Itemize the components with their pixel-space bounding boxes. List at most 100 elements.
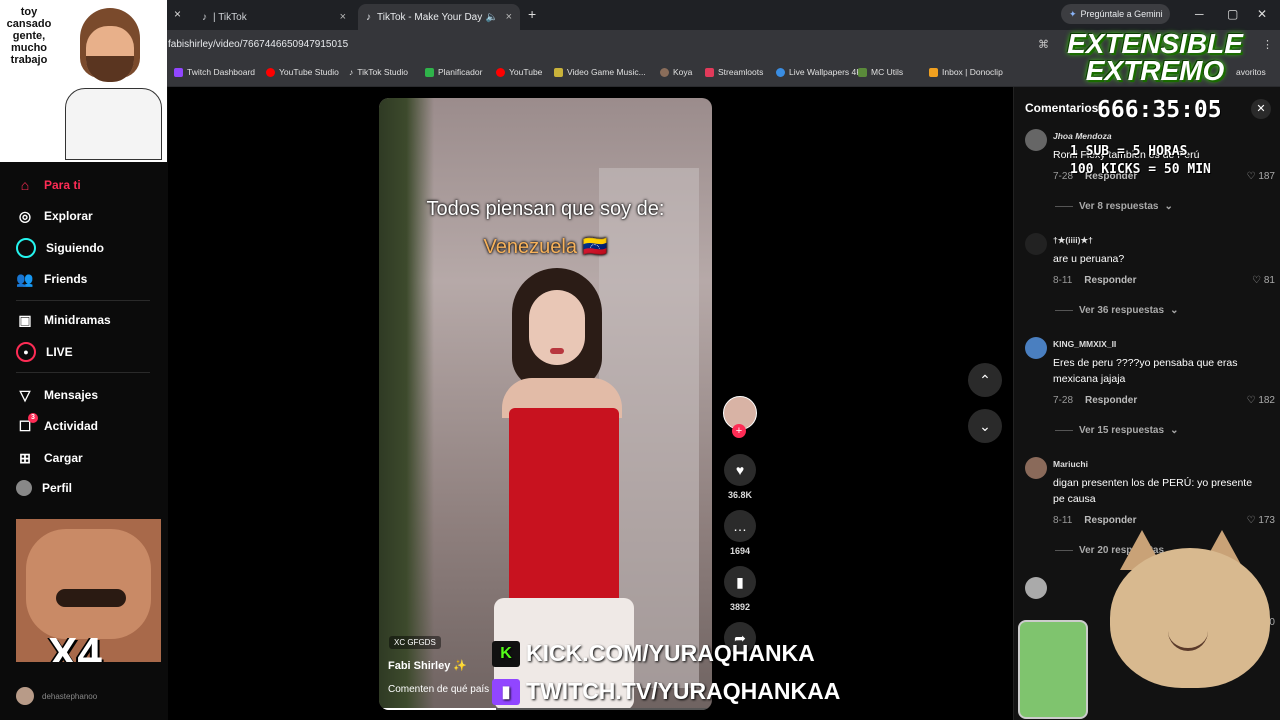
plant-decoration — [379, 98, 434, 710]
like-count: 173 — [1258, 515, 1275, 526]
sidebar-item-perfil[interactable]: Perfil — [16, 480, 72, 496]
close-icon[interactable]: × — [506, 11, 512, 23]
chevron-up-icon: ⌃ — [979, 371, 991, 388]
sidebar-item-siguiendo[interactable]: Siguiendo — [16, 238, 104, 258]
save-button[interactable]: ▮ 3892 — [720, 566, 760, 612]
bookmark-live-wallpapers[interactable]: Live Wallpapers 4K — [776, 67, 862, 77]
avatar[interactable] — [1025, 577, 1047, 599]
sidebar-item-label: Siguiendo — [46, 241, 104, 255]
calendar-icon — [425, 67, 434, 77]
next-video-button[interactable]: ⌄ — [968, 409, 1002, 443]
bookmark-label: Twitch Dashboard — [187, 67, 256, 77]
sidebar-item-label: Minidramas — [44, 313, 111, 327]
sidebar-item-cargar[interactable]: ⊞ Cargar — [16, 449, 83, 467]
video-player[interactable]: Todos piensan que soy de: Venezuela 🇻🇪 X… — [379, 98, 712, 710]
tab-tiktok[interactable]: ♪ | TikTok × — [194, 4, 354, 30]
comment-user[interactable]: †★(iiii)★† — [1053, 235, 1093, 246]
following-account[interactable]: dehastephanoo — [16, 687, 97, 705]
tab-tiktok-active[interactable]: ♪ TikTok - Make Your Day 🔈 × — [358, 4, 520, 30]
maximize-icon[interactable]: ▢ — [1227, 7, 1238, 21]
video-description: Comenten de qué país — [388, 684, 490, 695]
sidebar-item-para-ti[interactable]: ⌂ Para ti — [16, 176, 81, 194]
account-name: dehastephanoo — [42, 691, 98, 701]
comment-date: 8-11 — [1053, 515, 1073, 526]
comment-user[interactable]: Mariuchi — [1053, 459, 1088, 469]
view-replies-button[interactable]: Ver 36 respuestas ⌄ — [1055, 305, 1178, 316]
minimize-icon[interactable]: ─ — [1195, 7, 1204, 21]
replies-label: Ver 15 respuestas — [1079, 425, 1165, 436]
close-window-icon[interactable]: ✕ — [1257, 7, 1267, 21]
bookmark-youtube[interactable]: YouTube — [496, 67, 542, 77]
bookmark-video-game-music[interactable]: Video Game Music... — [554, 67, 646, 77]
sidebar-item-label: Mensajes — [44, 388, 99, 402]
gemini-button[interactable]: ✦ Pregúntale a Gemini — [1061, 4, 1170, 24]
video-progress-bar[interactable] — [379, 708, 712, 710]
avatar[interactable] — [1025, 129, 1047, 151]
like-count: 81 — [1263, 275, 1275, 286]
sidebar-item-mensajes[interactable]: ▽ Mensajes — [16, 386, 98, 404]
avatar[interactable] — [1025, 233, 1047, 255]
sidebar-item-explorar[interactable]: ◎ Explorar — [16, 207, 93, 225]
comment-date: 8-11 — [1053, 275, 1073, 286]
bookmark-twitch-dashboard[interactable]: Twitch Dashboard — [174, 67, 255, 77]
chevron-down-icon: ⌄ — [1170, 425, 1179, 436]
bookmark-tiktok-studio[interactable]: ♪ TikTok Studio — [349, 67, 408, 77]
creator-name[interactable]: Fabi Shirley ✨ — [388, 659, 467, 672]
creator-avatar-button[interactable]: + — [720, 396, 760, 438]
lips — [550, 348, 564, 354]
comment-likes[interactable]: ♡ 81 — [1252, 275, 1275, 286]
like-button[interactable]: ♥ 36.8K — [720, 454, 760, 500]
comment-user[interactable]: KING_MMXIX_II — [1053, 339, 1116, 349]
chevron-down-icon: ⌄ — [1170, 305, 1179, 316]
sidebar-item-actividad[interactable]: ☐ 3 Actividad — [16, 413, 98, 435]
new-tab-button[interactable]: + — [528, 6, 536, 22]
translate-icon[interactable]: ⌘ — [1038, 38, 1049, 51]
reply-button[interactable]: Responder — [1085, 395, 1137, 406]
close-icon[interactable]: × — [340, 11, 346, 23]
twitch-url: TWITCH.TV/YURAQHANKAA — [526, 678, 841, 704]
url-text[interactable]: fabishirley/video/7667446650947915015 — [168, 39, 348, 50]
reply-button[interactable]: Responder — [1084, 515, 1136, 526]
streamer-illustration — [60, 8, 162, 160]
comment-likes[interactable]: ♡ 187 — [1247, 171, 1275, 182]
bookmark-label: TikTok Studio — [357, 67, 408, 77]
sidebar-item-label: Friends — [44, 272, 88, 286]
bookmark-youtube-studio[interactable]: YouTube Studio — [266, 67, 339, 77]
send-icon: ▽ — [19, 386, 31, 403]
bookmark-mc-utils[interactable]: MC Utils — [858, 67, 903, 77]
sidebar-item-minidramas[interactable]: ▣ Minidramas — [16, 311, 111, 329]
comment-icon: … — [724, 510, 756, 542]
bookmark-planificador[interactable]: Planificador — [425, 67, 482, 77]
bookmark-donoclip[interactable]: Inbox | Donoclip — [929, 67, 1003, 77]
bookmark-koya[interactable]: Koya — [660, 67, 692, 77]
sidebar-item-live[interactable]: ● LIVE — [16, 342, 73, 362]
avatar[interactable] — [1025, 337, 1047, 359]
speaker-icon[interactable]: 🔈 — [486, 12, 498, 23]
compass-icon: ◎ — [18, 207, 32, 224]
view-replies-button[interactable]: Ver 8 respuestas ⌄ — [1055, 201, 1173, 212]
tiktok-icon: ♪ — [202, 11, 207, 23]
chevron-down-icon: ⌄ — [1164, 201, 1173, 212]
previous-video-button[interactable]: ⌃ — [968, 363, 1002, 397]
kick-icon: K — [492, 640, 520, 667]
video-tag[interactable]: XC GFGDS — [389, 636, 441, 649]
comment-button[interactable]: … 1694 — [720, 510, 760, 556]
comment-meta: 7-28 Responder — [1053, 395, 1137, 406]
like-count: 36.8K — [727, 490, 753, 500]
close-comments-button[interactable]: ✕ — [1251, 99, 1271, 119]
menu-icon[interactable]: ⋮ — [1262, 38, 1273, 51]
friends-icon: 👥 — [16, 270, 34, 287]
follow-plus-icon[interactable]: + — [732, 424, 746, 438]
bookmark-label: MC Utils — [871, 67, 904, 77]
bookmark-streamloots[interactable]: Streamloots — [705, 67, 763, 77]
tab-close-icon[interactable]: × — [174, 7, 181, 21]
comment-likes[interactable]: ♡ 173 — [1247, 515, 1275, 526]
kick-link-overlay: K KICK.COM/YURAQHANKA — [492, 640, 815, 667]
view-replies-button[interactable]: Ver 15 respuestas ⌄ — [1055, 425, 1178, 436]
avatar[interactable] — [1025, 457, 1047, 479]
comment-user[interactable]: Jhoa Mendoza — [1053, 131, 1112, 141]
reply-button[interactable]: Responder — [1084, 275, 1136, 286]
sidebar-item-friends[interactable]: 👥 Friends — [16, 270, 87, 288]
video-progress-fill — [379, 708, 496, 710]
comment-likes[interactable]: ♡ 182 — [1247, 395, 1275, 406]
